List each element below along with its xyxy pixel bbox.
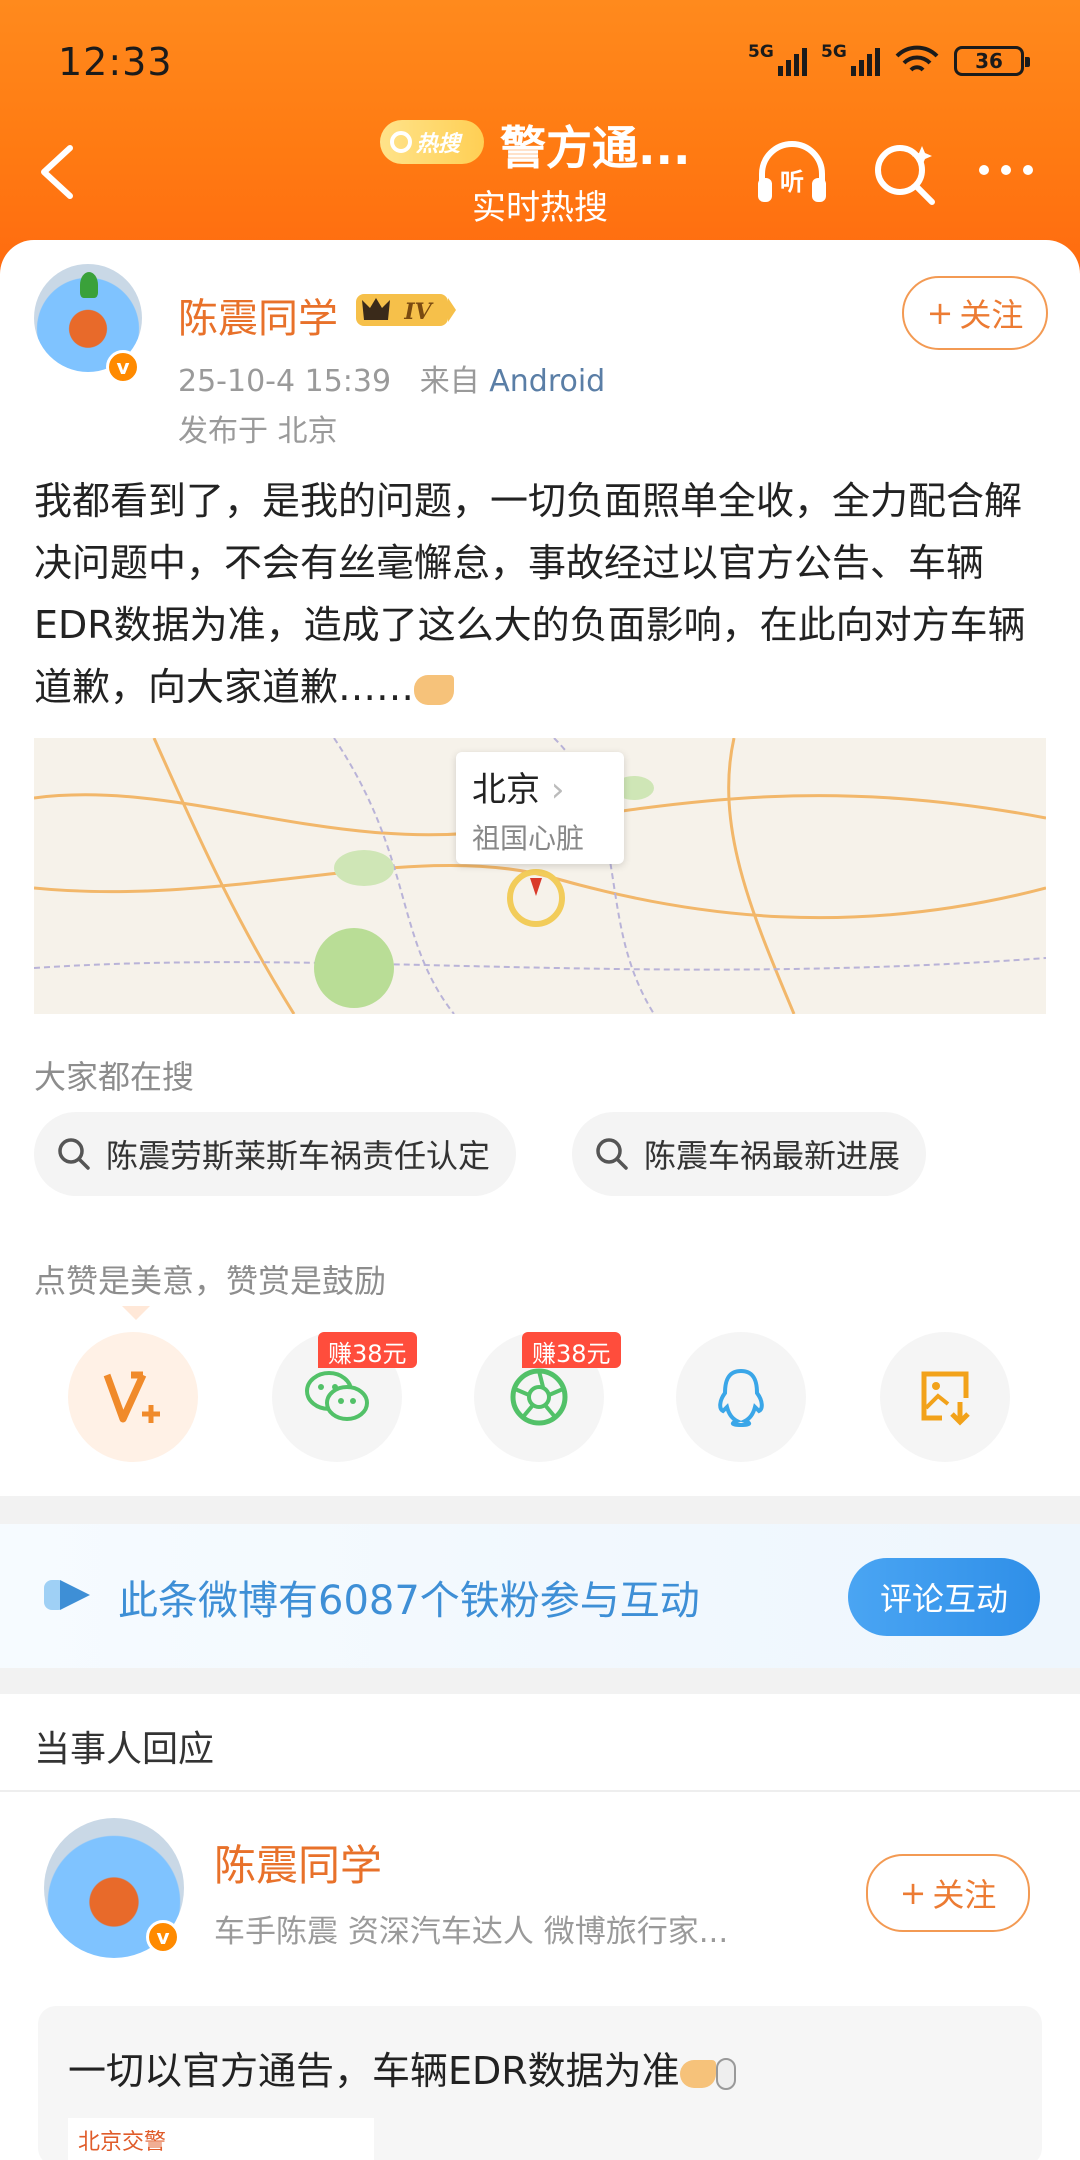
earn-tag-2: 赚38元 — [522, 1332, 621, 1368]
wifi-icon — [895, 45, 939, 72]
hot-search-badge[interactable]: 热搜 — [380, 120, 484, 164]
follow-label: 关注 — [932, 1876, 997, 1914]
microphone-emoji-icon — [715, 2057, 736, 2090]
searches-title: 大家都在搜 — [34, 1058, 195, 1096]
page-title: 警方通... — [500, 121, 691, 175]
quoted-post-thumbnail[interactable]: 北京交警 — [68, 2118, 374, 2160]
reward-title: 点赞是美意，赞赏是鼓励 — [34, 1262, 387, 1300]
search-icon — [390, 131, 412, 153]
post-meta: 25-10-4 15:39 来自 Android — [178, 356, 605, 400]
search-chip-label: 陈震劳斯莱斯车祸责任认定 — [106, 1137, 491, 1175]
post-source[interactable]: Android — [489, 364, 605, 399]
level-badge-text: IV — [403, 299, 433, 325]
network-label: 5G — [748, 42, 774, 62]
v-plus-icon — [103, 1371, 160, 1423]
verified-badge-icon: v — [146, 1920, 180, 1954]
post-body: 我都看到了，是我的问题，一切负面照单全收，全力配合解决问题中，不会有丝毫懈怠，事… — [34, 470, 1050, 718]
post-source-prefix: 来自 — [419, 364, 480, 399]
status-icons: 5G 5G 36 — [748, 42, 1030, 78]
hot-badge-label: 热搜 — [416, 132, 461, 157]
verified-badge-icon: v — [106, 350, 140, 384]
wechat-icon — [305, 1371, 369, 1421]
response-follow-button[interactable]: + 关注 — [866, 1854, 1030, 1932]
clap-emoji-icon — [414, 674, 455, 705]
headphone-listen-icon[interactable]: 听 — [752, 138, 832, 208]
response-username[interactable]: 陈震同学 — [214, 1832, 382, 1893]
search-chip-2[interactable]: 陈震车祸最新进展 — [572, 1112, 927, 1196]
follow-button[interactable]: + 关注 — [902, 276, 1048, 350]
network-label-2: 5G — [821, 42, 847, 62]
reward-v-plus-button[interactable] — [68, 1332, 198, 1462]
fans-text: 此条微博有6087个铁粉参与互动 — [118, 1578, 700, 1624]
map-location-popup[interactable]: 北京 › 祖国心脏 — [456, 752, 624, 864]
search-chip-label: 陈震车祸最新进展 — [644, 1137, 901, 1175]
plus-icon: + — [899, 1874, 927, 1912]
more-options-icon[interactable] — [974, 150, 1038, 190]
response-quote-text: 一切以官方通告，车辆EDR数据为准 — [68, 2049, 680, 2093]
response-section-title: 当事人回应 — [34, 1729, 215, 1770]
fans-play-icon — [44, 1580, 90, 1610]
save-image-icon — [921, 1371, 970, 1426]
search-icon — [58, 1138, 90, 1170]
qq-icon — [718, 1368, 764, 1428]
response-quote: 一切以官方通告，车辆EDR数据为准 — [68, 2040, 736, 2095]
save-image-button[interactable] — [880, 1332, 1010, 1462]
signal-icon-2: 5G — [821, 42, 880, 76]
divider — [0, 1790, 1080, 1792]
plus-icon: + — [926, 294, 954, 332]
post-timestamp: 25-10-4 15:39 — [178, 364, 392, 399]
moments-icon — [510, 1368, 568, 1426]
crown-level-badge-icon: IV — [356, 294, 456, 326]
map-desc: 祖国心脏 — [472, 822, 585, 855]
battery-icon: 36 — [954, 46, 1030, 76]
svg-text:听: 听 — [780, 168, 804, 196]
app-root: { "status_bar": { "time": "12:33", "netw… — [0, 0, 1080, 2160]
post-location: 发布于 北京 — [178, 414, 338, 449]
map-city-label: 北京 — [472, 770, 540, 810]
share-qq-button[interactable] — [676, 1332, 806, 1462]
signal-icon: 5G — [748, 42, 807, 76]
thumb-label: 北京交警 — [78, 2130, 167, 2155]
search-icon-header[interactable] — [872, 140, 938, 206]
earn-tag-1: 赚38元 — [318, 1332, 417, 1368]
search-chip-1[interactable]: 陈震劳斯莱斯车祸责任认定 — [34, 1112, 517, 1196]
avatar-carrot-leaf — [80, 272, 98, 298]
comment-interact-button[interactable]: 评论互动 — [848, 1558, 1040, 1636]
chevron-right-icon: › — [550, 770, 565, 810]
response-bio: 车手陈震 资深汽车达人 微博旅行家... — [214, 1914, 729, 1950]
post-username[interactable]: 陈震同学 — [178, 286, 338, 344]
follow-label: 关注 — [959, 296, 1024, 334]
tip-pointer — [122, 1306, 150, 1320]
clap-emoji-icon — [679, 2059, 716, 2088]
search-icon — [596, 1138, 628, 1170]
map-city: 北京 › — [472, 762, 608, 811]
status-time: 12:33 — [58, 40, 173, 84]
post-text: 我都看到了，是我的问题，一切负面照单全收，全力配合解决问题中，不会有丝毫懈怠，事… — [34, 479, 1026, 709]
